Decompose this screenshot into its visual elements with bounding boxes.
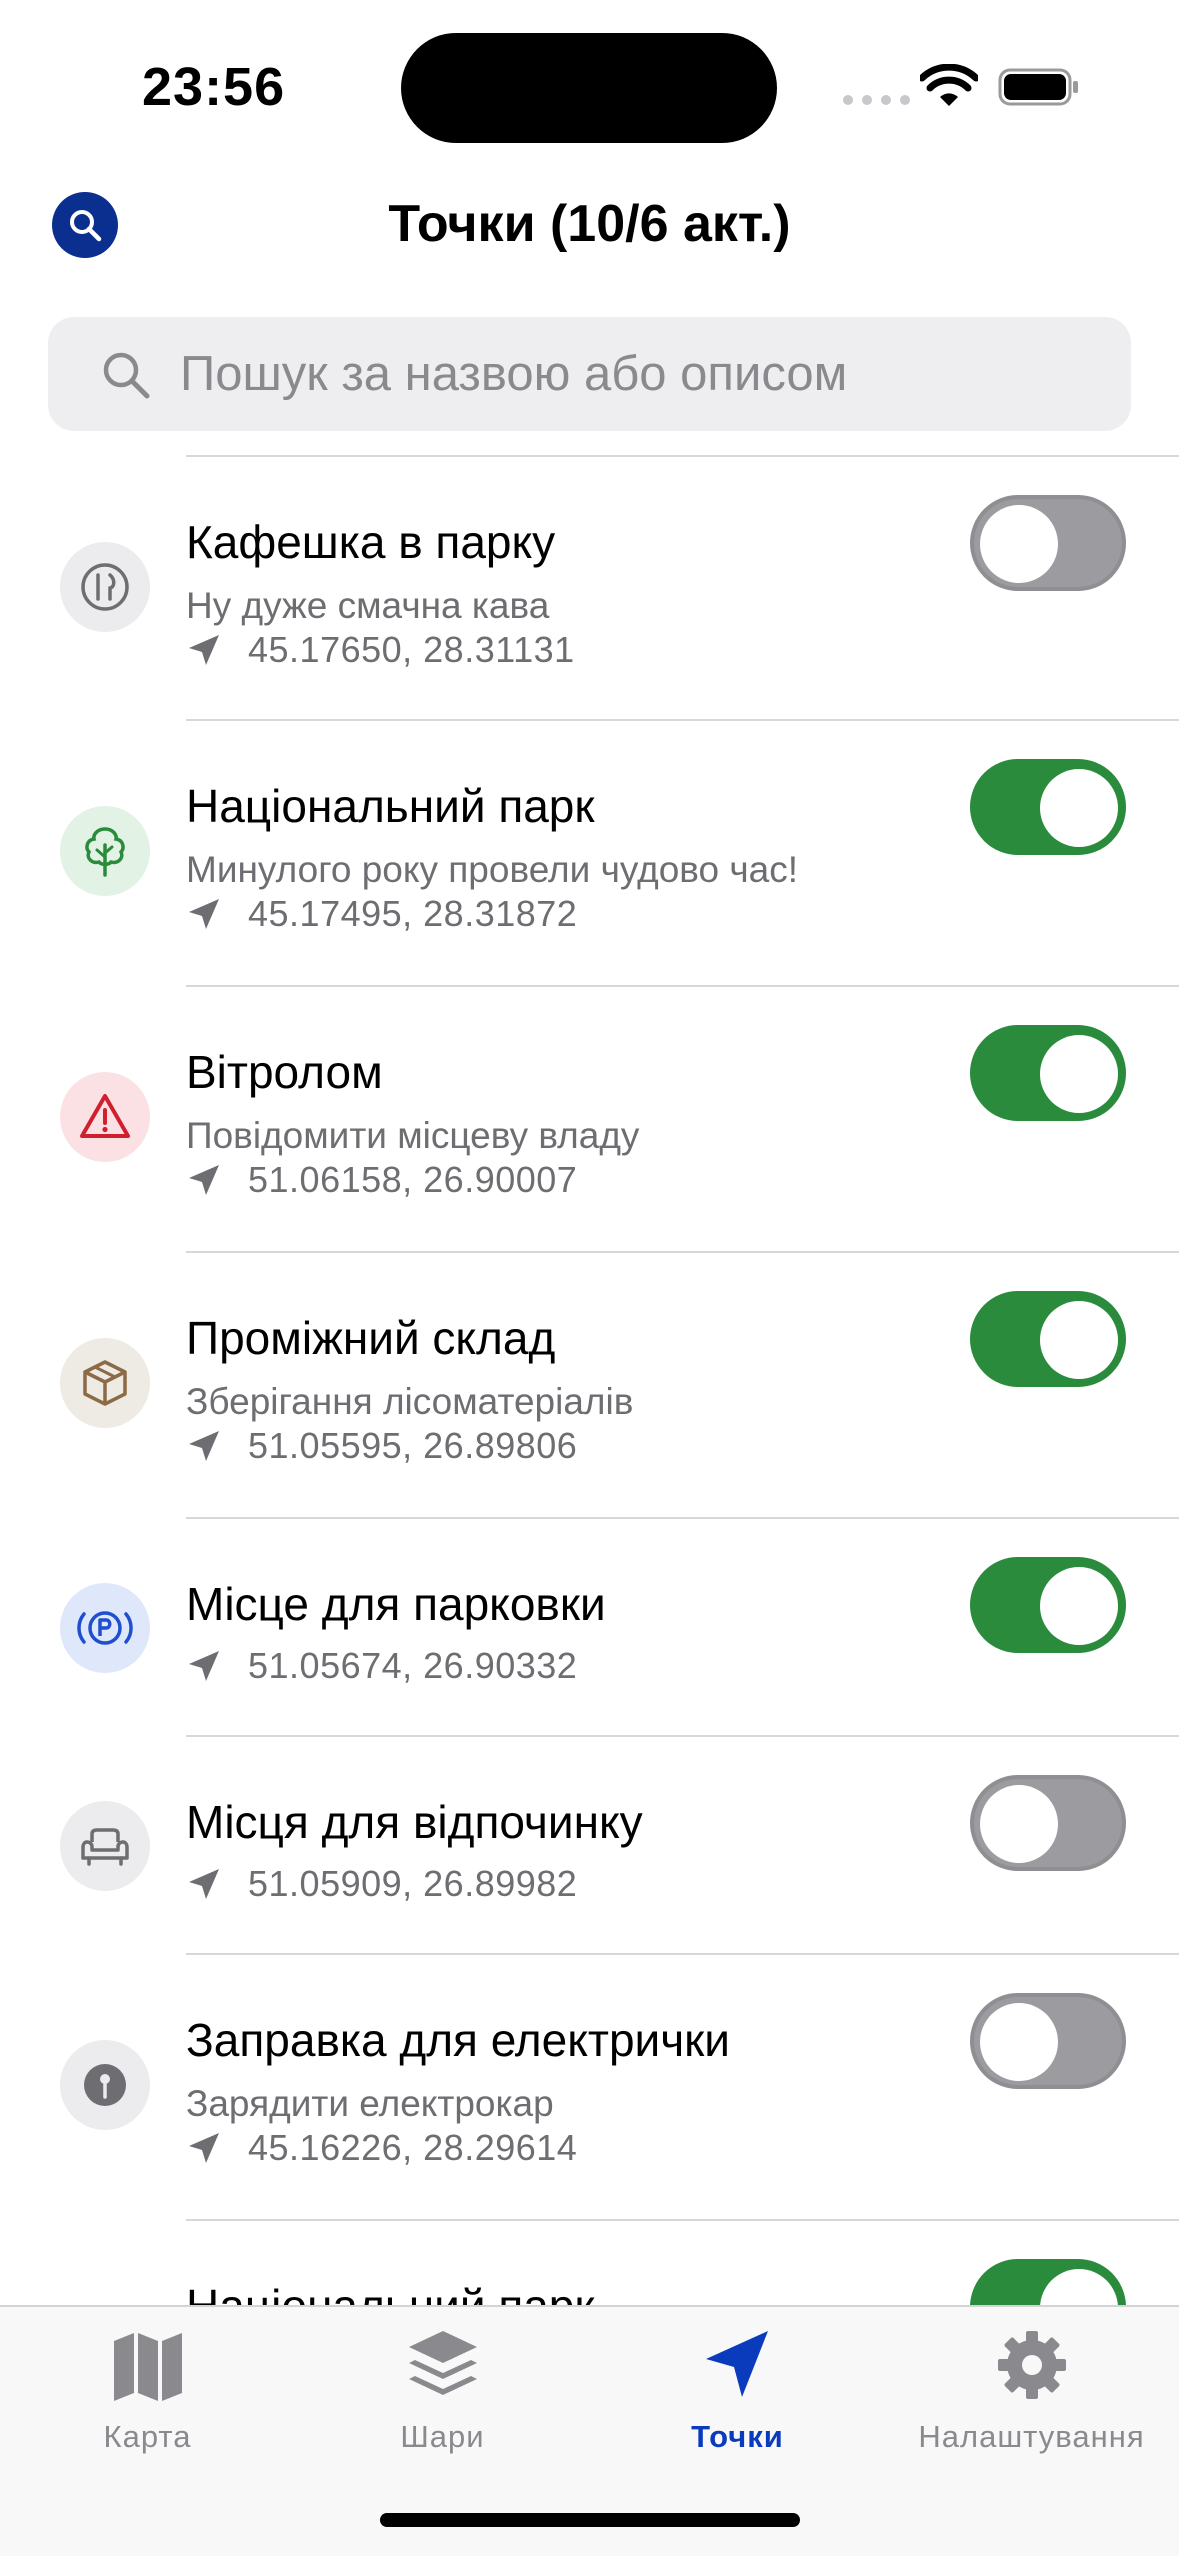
point-description: Повідомити місцеву владу [186,1115,640,1156]
points-list[interactable]: Кафешка в парку Ну дуже смачна кава 45.1… [0,455,1179,2305]
status-bar: 23:56 [0,0,1179,160]
toggle-knob [980,1785,1058,1863]
point-toggle[interactable] [970,1993,1126,2089]
battery-icon [998,68,1078,106]
point-icon-circle [60,542,150,632]
point-icon-circle [60,1072,150,1162]
point-coords: 51.05674, 26.90332 [248,1645,578,1686]
point-toggle[interactable] [970,1557,1126,1653]
point-row[interactable]: Заправка для електрички Зарядити електро… [0,1955,1179,2219]
point-icon-circle [60,2040,150,2130]
warning-icon [80,1094,130,1138]
point-coords-line: 51.05674, 26.90332 [186,1645,577,1687]
point-icon-circle [60,806,150,896]
point-coords-line: 51.06158, 26.90007 [186,1159,577,1201]
map-icon [113,2333,182,2401]
point-coords: 45.17495, 28.31872 [248,893,578,934]
screen: 23:56 Точки (10/6 акт.) Пошук за назвою … [0,0,1179,2556]
point-coords: 51.06158, 26.90007 [248,1159,578,1200]
dynamic-island [401,33,777,143]
point-icon-circle [60,1801,150,1891]
toggle-knob [1040,1035,1118,1113]
tab-settings[interactable]: Налаштування [884,2307,1179,2467]
point-row[interactable]: Кафешка в парку Ну дуже смачна кава 45.1… [0,457,1179,721]
nav-header: Точки (10/6 акт.) [0,180,1179,270]
tab-points[interactable]: Точки [590,2307,885,2467]
point-coords-line: 45.17650, 28.31131 [186,629,575,671]
toggle-knob [980,2003,1058,2081]
point-coords-line: 51.05595, 26.89806 [186,1425,577,1467]
point-description: Минулого року провели чудово час! [186,849,799,890]
point-name: Заправка для електрички [186,2014,731,2066]
point-row[interactable]: Національний парк [0,2221,1179,2305]
point-icon-circle [60,1583,150,1673]
point-description: Зарядити електрокар [186,2083,554,2124]
home-indicator[interactable] [380,2513,800,2527]
location-arrow-icon [189,1165,219,1195]
point-description: Ну дуже смачна кава [186,585,550,626]
location-arrow-icon [189,1869,219,1899]
tab-layers[interactable]: Шари [295,2307,590,2467]
point-name: Національний парк [186,2279,595,2305]
location-arrow-icon [189,1431,219,1461]
tree-icon [85,827,125,877]
point-coords-line: 51.05909, 26.89982 [186,1863,577,1905]
location-arrow-icon [189,899,219,929]
tab-label: Шари [400,2419,485,2454]
point-row[interactable]: Місце для парковки 51.05674, 26.90332 [0,1519,1179,1735]
point-coords: 45.16226, 28.29614 [248,2127,578,2168]
point-name: Місця для відпочинку [186,1796,643,1848]
toggle-knob [980,505,1058,583]
point-coords: 51.05909, 26.89982 [248,1863,578,1904]
location-arrow-icon [189,2133,219,2163]
point-toggle[interactable] [970,1291,1126,1387]
point-coords-line: 45.17495, 28.31872 [186,893,577,935]
point-name: Місце для парковки [186,1578,606,1630]
wifi-icon [920,64,978,106]
toggle-knob [1040,2269,1118,2305]
box-icon [83,1360,127,1406]
point-coords: 51.05595, 26.89806 [248,1425,578,1466]
gear-icon [997,2331,1066,2399]
tab-map[interactable]: Карта [0,2307,295,2467]
magnifier-icon [103,352,150,399]
location-arrow-icon [705,2331,768,2397]
armchair-icon [81,1828,129,1866]
point-name: Проміжний склад [186,1312,556,1364]
point-name: Кафешка в парку [186,516,556,568]
page-title: Точки (10/6 акт.) [388,195,791,253]
toggle-knob [1040,1567,1118,1645]
location-arrow-icon [189,1651,219,1681]
search-bar[interactable] [48,317,1131,431]
toggle-knob [1040,1301,1118,1379]
point-coords-line: 45.16226, 28.29614 [186,2127,577,2169]
point-toggle[interactable] [970,495,1126,591]
point-row[interactable]: Вітролом Повідомити місцеву владу 51.061… [0,987,1179,1251]
toggle-knob [1040,769,1118,847]
status-time: 23:56 [142,57,286,117]
point-toggle[interactable] [970,1025,1126,1121]
search-input[interactable] [180,317,1100,431]
layers-icon [408,2331,477,2395]
point-description: Зберігання лісоматеріалів [186,1381,634,1422]
tab-label: Налаштування [918,2419,1145,2454]
location-arrow-icon [189,635,219,665]
point-toggle[interactable] [970,2259,1126,2305]
point-icon-circle [60,1338,150,1428]
tab-label: Карта [103,2419,192,2454]
tab-label: Точки [691,2419,784,2454]
point-coords: 45.17650, 28.31131 [248,629,575,670]
point-row[interactable]: Проміжний склад Зберігання лісоматеріалі… [0,1253,1179,1517]
point-toggle[interactable] [970,1775,1126,1871]
fork-knife-icon [81,563,129,611]
point-name: Вітролом [186,1046,383,1098]
cellular-signal-icon [843,95,910,105]
pin-icon [84,2064,126,2106]
point-row[interactable]: Національний парк Минулого року провели … [0,721,1179,985]
point-name: Національний парк [186,780,595,832]
parking-icon [77,1611,133,1645]
point-toggle[interactable] [970,759,1126,855]
point-row[interactable]: Місця для відпочинку 51.05909, 26.89982 [0,1737,1179,1953]
